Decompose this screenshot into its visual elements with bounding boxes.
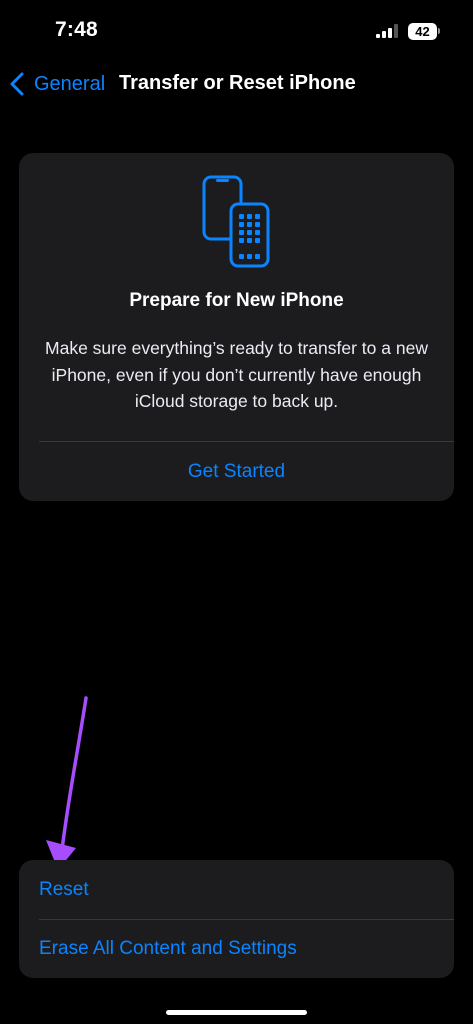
- navigation-bar: General Transfer or Reset iPhone: [0, 62, 473, 106]
- home-indicator[interactable]: [166, 1010, 307, 1015]
- annotation-arrow-icon: [46, 696, 88, 870]
- status-time: 7:48: [55, 18, 98, 41]
- card-description: Make sure everything’s ready to transfer…: [45, 338, 428, 411]
- chevron-left-icon: [10, 72, 24, 96]
- card-title: Prepare for New iPhone: [129, 290, 344, 311]
- battery-cap: [438, 28, 440, 34]
- back-button[interactable]: General: [10, 70, 105, 98]
- status-bar: 7:48 42: [0, 0, 473, 62]
- erase-all-content-button[interactable]: Erase All Content and Settings: [19, 919, 454, 978]
- battery-level: 42: [408, 22, 437, 40]
- cellular-signal-icon: [376, 24, 398, 38]
- back-button-label: General: [34, 72, 106, 95]
- page-title: Transfer or Reset iPhone: [119, 72, 356, 94]
- get-started-button[interactable]: Get Started: [19, 442, 454, 501]
- reset-button[interactable]: Reset: [19, 860, 454, 919]
- reset-options-group: Reset Erase All Content and Settings: [19, 860, 454, 978]
- prepare-card: Prepare for New iPhone Make sure everyth…: [19, 153, 454, 501]
- two-phones-icon: [202, 175, 270, 268]
- battery-icon: 42: [408, 22, 442, 40]
